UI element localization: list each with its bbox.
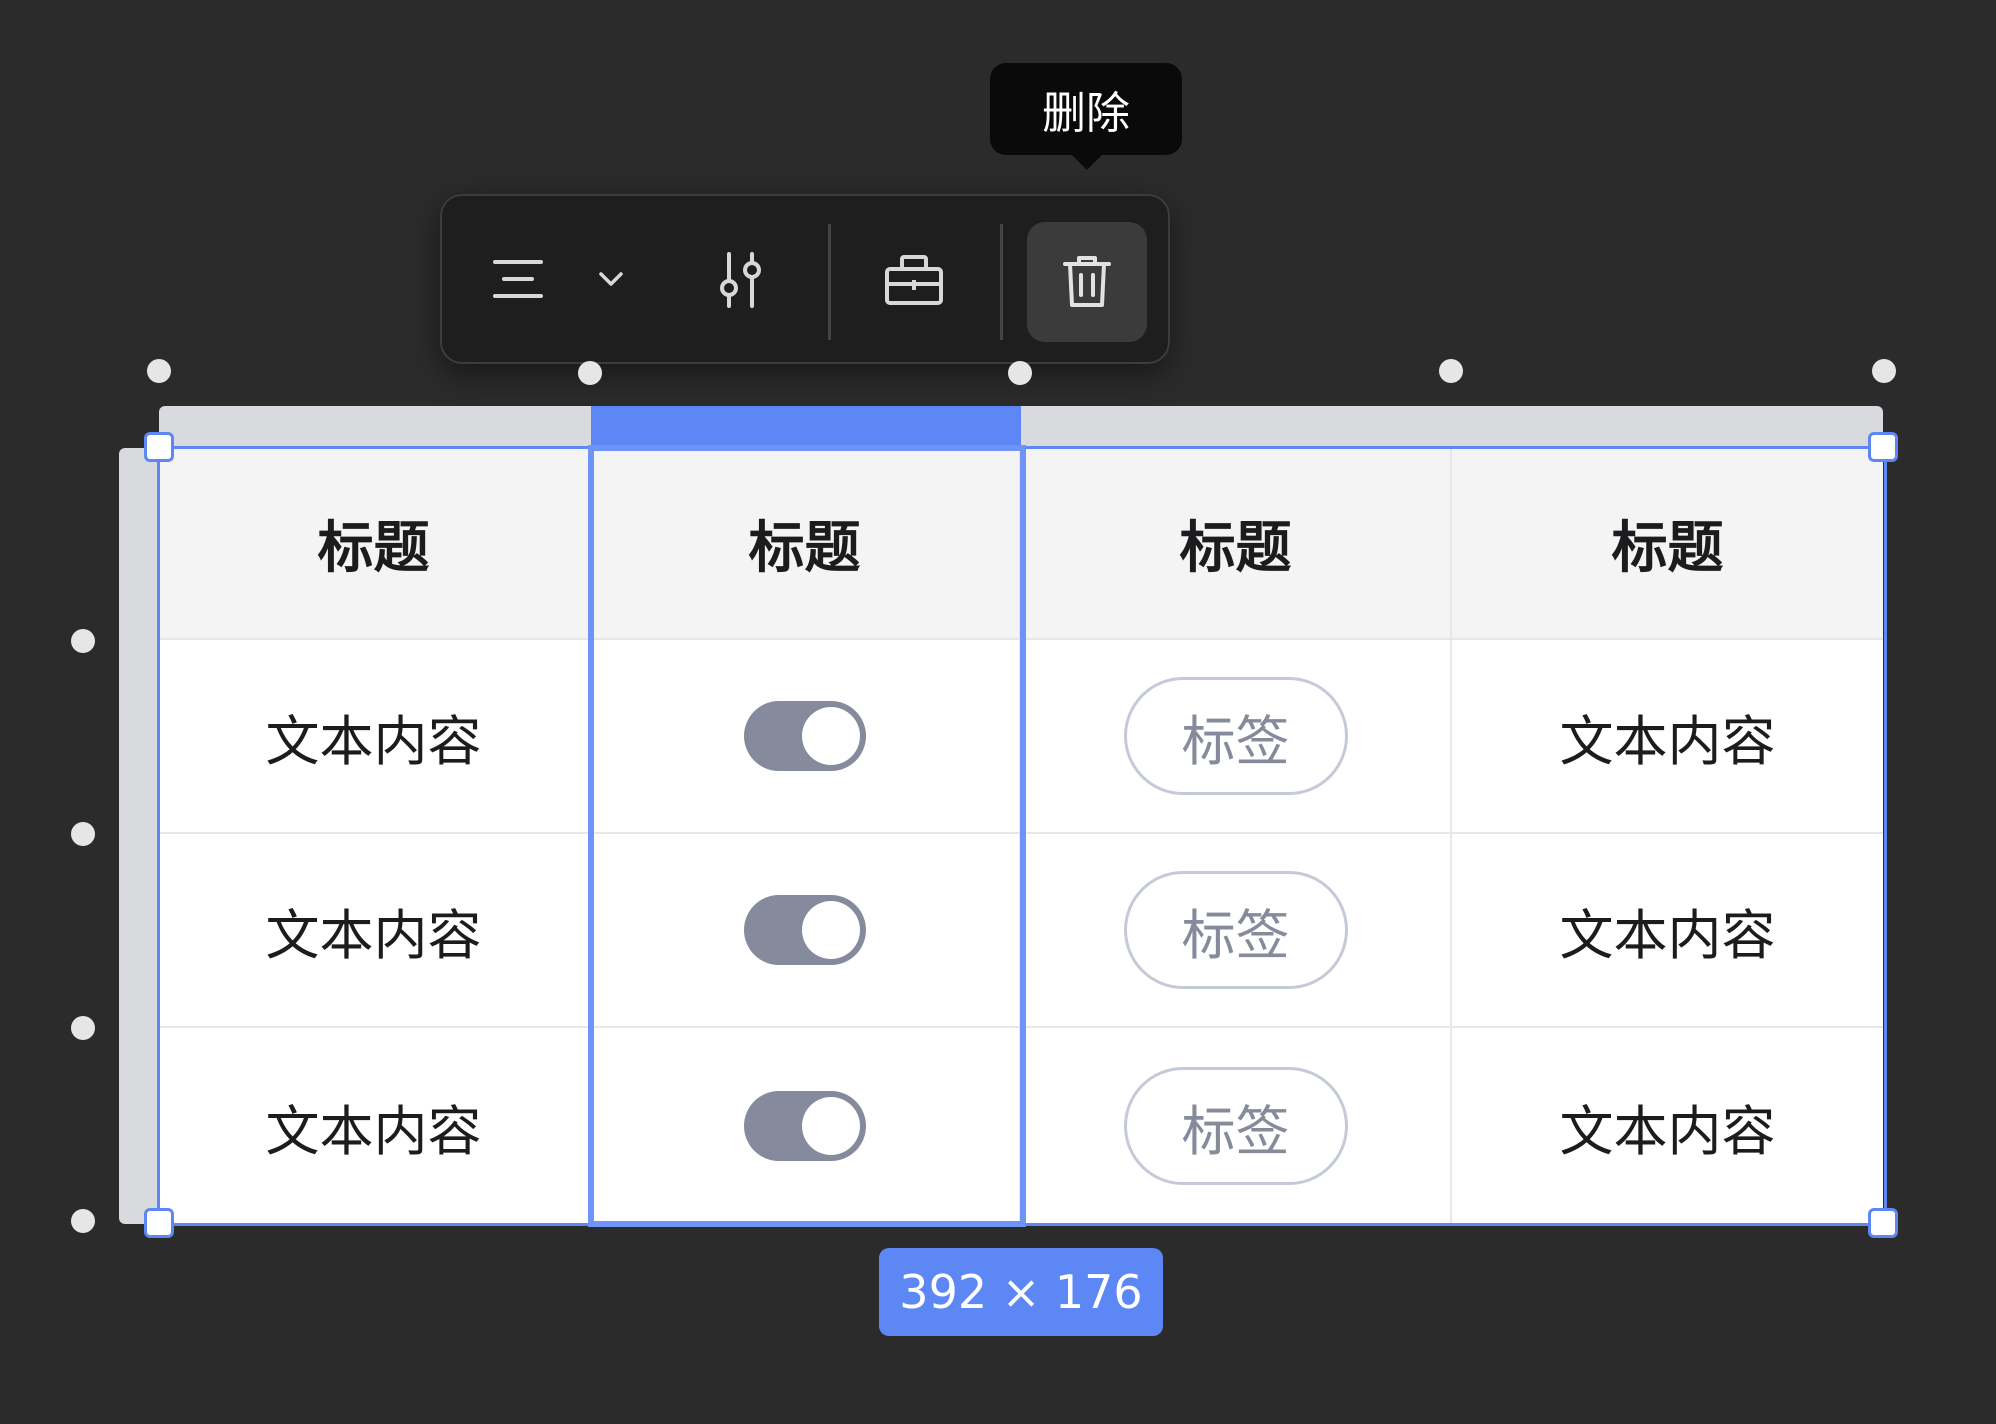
delete-button[interactable] [1027,222,1147,342]
toggle-knob [801,901,860,959]
table-cell[interactable]: 文本内容 [1452,1028,1883,1224]
resize-handle-bottom-left[interactable] [144,1208,174,1238]
column-insert-dot[interactable] [1439,359,1463,383]
table-cell[interactable]: 标签 [1021,834,1452,1028]
row-insert-dot[interactable] [71,822,95,846]
resize-handle-top-left[interactable] [144,432,174,462]
table-cell[interactable]: 文本内容 [1452,640,1883,834]
trash-icon [1063,256,1111,307]
tag-badge[interactable]: 标签 [1123,1067,1348,1185]
table-header-cell[interactable]: 标题 [1452,448,1883,640]
table-cell[interactable] [590,1028,1021,1224]
tag-badge[interactable]: 标签 [1123,677,1348,795]
table-cell[interactable] [590,640,1021,834]
table-cell[interactable]: 标签 [1021,640,1452,834]
toggle-knob [801,1097,860,1155]
row-insert-dot[interactable] [71,629,95,653]
table-cell[interactable]: 标签 [1021,1028,1452,1224]
resize-handle-bottom-right[interactable] [1868,1208,1898,1238]
column-insert-dot[interactable] [1008,361,1032,385]
toggle-switch[interactable] [743,701,866,771]
floating-toolbar [440,194,1170,364]
tooltip-label: 删除 [1042,88,1130,139]
column-insert-dot[interactable] [147,359,171,383]
resize-handle-top-right[interactable] [1868,432,1898,462]
sliders-icon[interactable] [714,252,766,312]
toolbar-divider [828,224,831,340]
toggle-switch[interactable] [743,895,866,965]
tag-badge[interactable]: 标签 [1123,871,1348,989]
chevron-down-icon[interactable] [597,270,625,292]
size-badge: 392 × 176 [879,1248,1163,1336]
table-cell[interactable]: 文本内容 [159,1028,590,1224]
column-insert-dot[interactable] [1872,359,1896,383]
column-insert-dot[interactable] [578,361,602,385]
table-header-cell[interactable]: 标题 [590,448,1021,640]
toolbar-divider [1000,224,1003,340]
table-cell[interactable]: 文本内容 [1452,834,1883,1028]
data-table: 标题 标题 标题 标题 文本内容 标签 文本内容 文本内容 标签 文本内容 文本… [159,448,1883,1224]
table-header-cell[interactable]: 标题 [1021,448,1452,640]
tooltip-arrow [1070,153,1104,170]
table-header-cell[interactable]: 标题 [159,448,590,640]
row-insert-dot[interactable] [71,1016,95,1040]
row-header-bar[interactable] [119,448,161,1224]
table-cell[interactable] [590,834,1021,1028]
toggle-knob [801,707,860,765]
column-header-bar[interactable] [159,406,1883,450]
delete-tooltip: 删除 [990,63,1182,155]
table-cell[interactable]: 文本内容 [159,834,590,1028]
align-center-icon[interactable] [492,258,544,304]
briefcase-icon[interactable] [884,254,944,310]
table-cell[interactable]: 文本内容 [159,640,590,834]
row-insert-dot[interactable] [71,1209,95,1233]
toggle-switch[interactable] [743,1091,866,1161]
selected-column-bar[interactable] [591,406,1021,450]
